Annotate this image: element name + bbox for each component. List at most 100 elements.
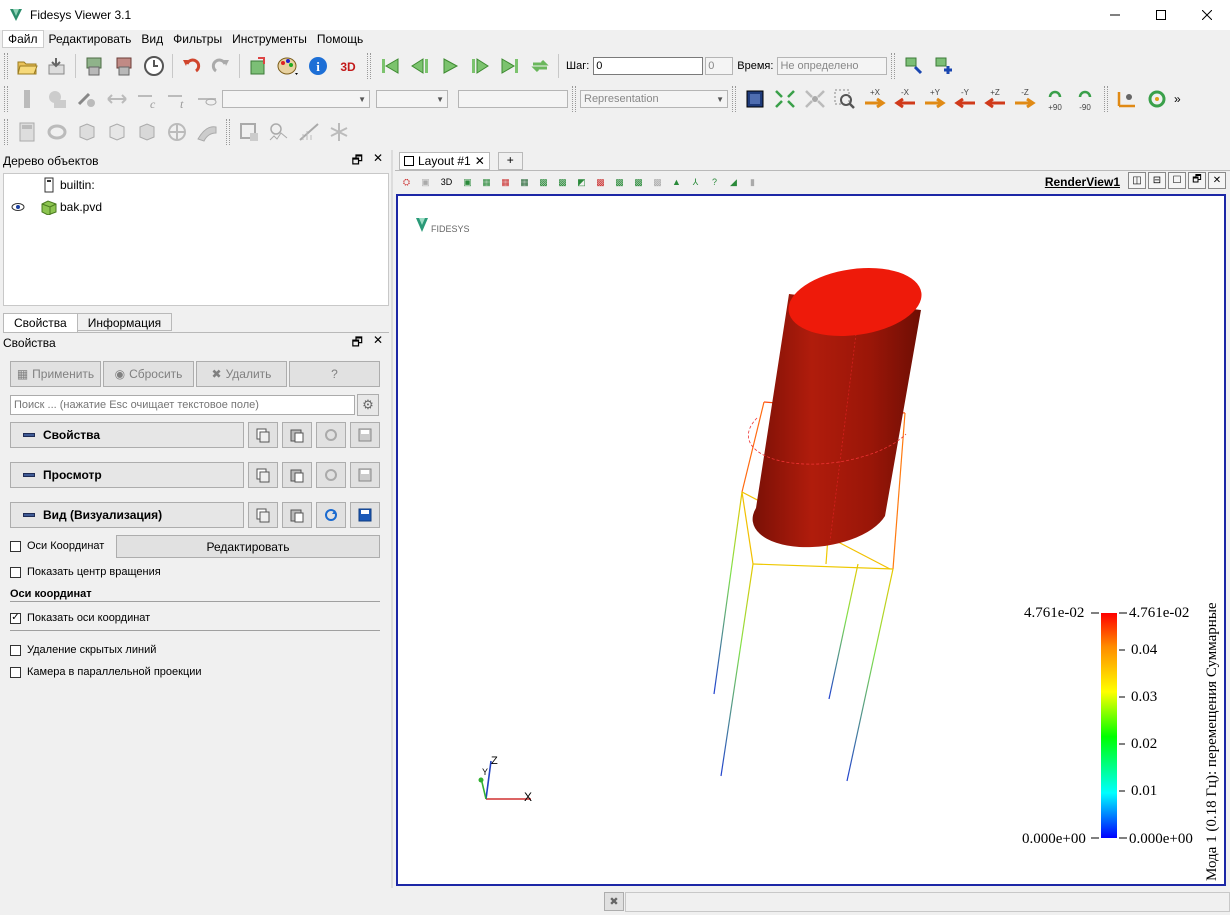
slice-icon[interactable] [104,119,130,145]
close-panel-icon[interactable]: ✕ [373,333,383,354]
delete-button[interactable]: ✖ Удалить [196,361,287,387]
overflow-chevron-icon[interactable]: » [1174,92,1181,106]
select-region-icon[interactable] [236,119,262,145]
time-plot-icon[interactable] [266,119,292,145]
plot-selection-icon[interactable]: ⅄ [689,176,703,188]
eye-icon[interactable] [10,201,26,213]
camera-undo-icon[interactable]: ▣ [419,176,433,188]
view-plus-y-button[interactable]: +Y [922,86,948,112]
float-icon[interactable]: 🗗 [352,333,363,354]
threshold-icon[interactable] [134,119,160,145]
view-minus-x-button[interactable]: -X [892,86,918,112]
maximize-view-icon[interactable]: ☐ [1168,172,1186,189]
menu-tools[interactable]: Инструменты [227,31,312,47]
field-combo[interactable] [458,90,568,108]
menu-filters[interactable]: Фильтры [168,31,227,47]
link-camera-icon[interactable] [74,86,100,112]
view-plus-z-button[interactable]: +Z [982,86,1008,112]
representation-combo[interactable]: Representation ▼ [580,90,728,108]
zoom-to-data-icon[interactable] [772,86,798,112]
undo-icon[interactable] [178,53,204,79]
open-icon[interactable] [14,53,40,79]
render-canvas[interactable]: FIDESYS X Z Y 4.761e-02 4.761e-02 0.04 0… [398,196,1224,884]
rescale-custom-icon[interactable]: c [134,86,160,112]
zoom-box-icon[interactable] [832,86,858,112]
previous-frame-icon[interactable] [407,53,433,79]
download-icon[interactable] [44,53,70,79]
close-tab-icon[interactable]: ✕ [475,154,485,168]
interactive-select-icon[interactable]: ▩ [556,176,570,188]
menu-help[interactable]: Помощь [312,31,368,47]
time-input[interactable] [777,57,888,75]
close-view-icon[interactable]: ✕ [1208,172,1226,189]
rescale-range-icon[interactable] [104,86,130,112]
next-frame-icon[interactable] [467,53,493,79]
select-points-icon[interactable]: ▦ [499,176,513,188]
rotate-plus-90-button[interactable]: +90 [1042,86,1068,112]
warp-icon[interactable] [194,119,220,145]
select-block-icon[interactable]: ▩ [537,176,551,188]
float-view-icon[interactable]: 🗗 [1188,172,1206,189]
select-cells-icon[interactable]: ▦ [480,176,494,188]
apply-button[interactable]: ▦ Применить [10,361,101,387]
connect-icon[interactable] [245,53,271,79]
close-button[interactable] [1184,0,1230,30]
save-data-icon[interactable] [81,53,107,79]
color-map-icon[interactable] [14,86,40,112]
show-axes-checkbox[interactable]: ✓ [10,612,21,624]
play-icon[interactable] [437,53,463,79]
select-frustum-icon[interactable]: ▦ [518,176,532,188]
tab-layout-1[interactable]: Layout #1 ✕ [399,152,490,170]
menu-view[interactable]: Вид [136,31,168,47]
minimize-button[interactable] [1092,0,1138,30]
rescale-temporal-icon[interactable]: t [164,86,190,112]
last-frame-icon[interactable] [497,53,523,79]
help-button[interactable]: ? [289,361,380,387]
tree-item-bak[interactable]: bak.pvd [10,197,102,217]
hover-cells-icon[interactable]: ▩ [613,176,627,188]
close-panel-icon[interactable]: ✕ [373,151,383,172]
save-defaults-button[interactable] [350,502,380,528]
tab-information[interactable]: Информация [76,313,173,331]
component-combo[interactable]: ▼ [376,90,448,108]
parallel-projection-checkbox[interactable] [10,666,21,678]
first-frame-icon[interactable] [377,53,403,79]
coloring-combo[interactable]: ▼ [222,90,370,108]
save-state-icon[interactable] [111,53,137,79]
edit-button[interactable]: Редактировать [116,535,380,558]
paste-button[interactable] [282,422,312,448]
tree-item-builtin[interactable]: builtin: [42,175,95,195]
section-view[interactable]: Вид (Визуализация) [10,502,244,528]
status-close-button[interactable]: ✖ [604,892,624,911]
shrink-selection-icon[interactable]: ▩ [651,176,665,188]
hover-points-icon[interactable]: ▩ [594,176,608,188]
split-vertical-icon[interactable]: ⊟ [1148,172,1166,189]
capture-icon[interactable]: ⛭ [400,176,414,188]
reload-button[interactable] [316,462,346,488]
reset-camera-icon[interactable] [742,86,768,112]
copy-button[interactable] [248,502,278,528]
float-icon[interactable]: 🗗 [352,151,363,172]
copy-button[interactable] [248,422,278,448]
reset-button[interactable]: ◉ Сбросить [103,361,194,387]
render-view[interactable]: FIDESYS X Z Y 4.761e-02 4.761e-02 0.04 0… [396,194,1226,886]
calculator-icon[interactable] [14,119,40,145]
scalar-bar-icon[interactable] [44,86,70,112]
view-minus-y-button[interactable]: -Y [952,86,978,112]
tab-properties[interactable]: Свойства [3,313,78,333]
copy-button[interactable] [248,462,278,488]
add-tool-icon[interactable] [931,53,957,79]
info-icon[interactable]: i [305,53,331,79]
polygon-select-icon[interactable]: ◩ [575,176,589,188]
center-axes-icon[interactable] [1114,86,1140,112]
axes-grid-checkbox[interactable] [10,540,21,552]
asterisk-icon[interactable] [326,119,352,145]
view-minus-z-button[interactable]: -Z [1012,86,1038,112]
glyph-icon[interactable] [164,119,190,145]
rescale-visible-icon[interactable] [194,86,220,112]
split-horizontal-icon[interactable]: ◫ [1128,172,1146,189]
3d-toggle-icon[interactable]: 3D [438,176,456,188]
reset-center-icon[interactable] [1144,86,1170,112]
edit-selection-icon[interactable]: ◢ [727,176,741,188]
menu-file[interactable]: Файл [2,30,44,48]
